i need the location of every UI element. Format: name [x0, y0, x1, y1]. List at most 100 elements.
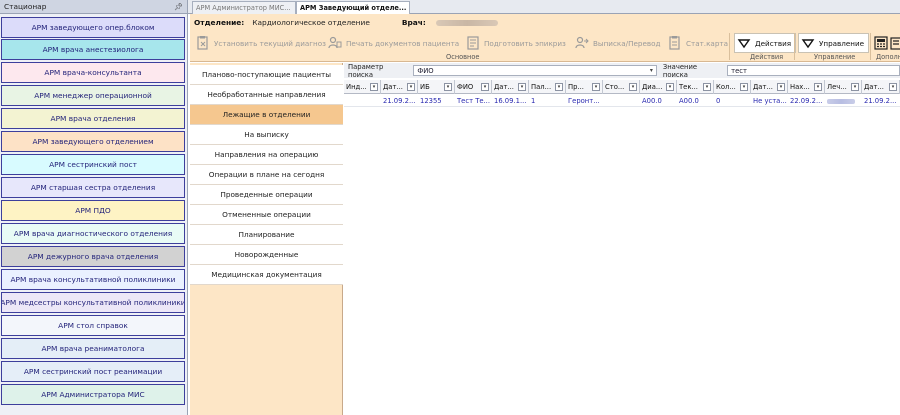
table-cell: 21.09.2... — [383, 97, 416, 105]
nav-item-for-discharge[interactable]: На выписку — [190, 125, 343, 145]
nav-item-surgery-referrals[interactable]: Направления на операцию — [190, 145, 343, 165]
arm-item-nurse-post[interactable]: АРМ сестринский пост — [1, 154, 185, 175]
nav-item-label: Планово-поступающие пациенты — [201, 70, 332, 79]
arm-item-clinic-nurse[interactable]: АРМ медсестры консультативной поликлиник… — [1, 292, 185, 313]
set-diagnosis-button[interactable]: Установить текущий диагноз — [196, 33, 326, 53]
tab-head-of-dept[interactable]: АРМ Заведующий отделе... × — [296, 1, 410, 14]
archive-button[interactable] — [890, 33, 900, 53]
table-row[interactable]: 21.09.2... 12355 Тест Те... 16.09.1... 1 Геро… — [344, 95, 900, 107]
column-header-label: ФИО — [457, 83, 474, 91]
group-label-management: Управление — [814, 53, 856, 61]
filter-dropdown-icon[interactable]: ▾ — [555, 83, 563, 91]
search-value-input[interactable]: тест — [727, 65, 900, 76]
filter-dropdown-icon[interactable]: ▾ — [851, 83, 859, 91]
column-header-label: Тек... — [679, 83, 698, 91]
arm-item-resuscitator[interactable]: АРМ врача реаниматолога — [1, 338, 185, 359]
epicrisis-icon — [466, 36, 480, 50]
nav-item-label: На выписку — [244, 130, 289, 139]
group-label-actions: Действия — [750, 53, 784, 61]
column-header[interactable]: Кол... ▾ — [714, 80, 751, 94]
set-diagnosis-icon — [196, 36, 210, 50]
prepare-epicrisis-button[interactable]: Подготовить эпикриз — [466, 33, 566, 53]
column-header[interactable]: Леч... ▾ — [825, 80, 862, 94]
filter-dropdown-icon[interactable]: ▾ — [481, 83, 489, 91]
column-header-label: Кол... — [716, 83, 736, 91]
column-header[interactable]: Дат... ▾ — [492, 80, 529, 94]
arm-item-head-of-dept[interactable]: АРМ заведующего отделением — [1, 131, 185, 152]
nav-item-newborns[interactable]: Новорожденные — [190, 245, 343, 265]
search-param-value: ФИО — [417, 66, 434, 75]
filter-dropdown-icon[interactable]: ▾ — [592, 83, 600, 91]
column-header[interactable]: Дат... ▾ — [381, 80, 418, 94]
calculator-icon — [874, 36, 888, 50]
column-header[interactable]: Диа... ▾ — [640, 80, 677, 94]
filter-dropdown-icon[interactable]: ▾ — [740, 83, 748, 91]
arm-item-anesthesiologist[interactable]: АРМ врача анестезиолога — [1, 39, 185, 60]
tab-label: АРМ Администратор МИС... — [196, 4, 291, 12]
nav-item-cancelled-surgeries[interactable]: Отмененные операции — [190, 205, 343, 225]
tab-bar: АРМ Администратор МИС... АРМ Заведующий … — [188, 0, 900, 14]
nav-item-today-surgeries[interactable]: Операции в плане на сегодня — [190, 165, 343, 185]
management-dropdown-button[interactable]: Управление — [798, 33, 870, 53]
filter-dropdown-icon[interactable]: ▾ — [370, 83, 378, 91]
column-header[interactable]: Пал... ▾ — [529, 80, 566, 94]
print-documents-icon — [328, 36, 342, 50]
arm-item-duty-doctor[interactable]: АРМ дежурного врача отделения — [1, 246, 185, 267]
column-header[interactable]: Инд... ▾ — [344, 80, 381, 94]
filter-dropdown-icon[interactable]: ▾ — [444, 83, 452, 91]
arm-item-ward-doctor[interactable]: АРМ врача отделения — [1, 108, 185, 129]
arm-item-diagnostic[interactable]: АРМ врача диагностического отделения — [1, 223, 185, 244]
column-header[interactable]: Сто... ▾ — [603, 80, 640, 94]
table-cell: Тест Те... — [457, 97, 491, 105]
nav-item-planned-admissions[interactable]: Планово-поступающие пациенты — [190, 65, 343, 85]
arm-item-operblock[interactable]: АРМ заведующего опер.блоком — [1, 17, 185, 38]
arm-item-icu-nurse-post[interactable]: АРМ сестринский пост реанимации — [1, 361, 185, 382]
arm-item-head-nurse[interactable]: АРМ старшая сестра отделения — [1, 177, 185, 198]
arm-item-pdo[interactable]: АРМ ПДО — [1, 200, 185, 221]
department-value: Кардиологическое отделение — [252, 18, 370, 27]
column-header[interactable]: ИБ ▾ — [418, 80, 455, 94]
filter-dropdown-icon[interactable]: ▾ — [777, 83, 785, 91]
arm-item-label: АРМ дежурного врача отделения — [27, 251, 159, 261]
nav-item-unprocessed-referrals[interactable]: Необработанные направления — [190, 85, 343, 105]
search-param-select[interactable]: ФИО ▾ — [413, 65, 657, 76]
filter-dropdown-icon[interactable]: ▾ — [666, 83, 674, 91]
nav-item-performed-surgeries[interactable]: Проведенные операции — [190, 185, 343, 205]
table-cell: Геронт... — [568, 97, 600, 105]
nav-item-medical-docs[interactable]: Медицинская документация — [190, 265, 343, 285]
filter-dropdown-icon[interactable]: ▾ — [518, 83, 526, 91]
tab-mis-admin[interactable]: АРМ Администратор МИС... — [192, 1, 296, 14]
arm-item-label: АРМ врача-консультанта — [44, 67, 142, 77]
filter-dropdown-icon[interactable]: ▾ — [629, 83, 637, 91]
column-header[interactable]: Дат... ▾ — [751, 80, 788, 94]
arm-item-label: АРМ заведующего опер.блоком — [31, 22, 155, 32]
table-cell: Не уста... — [753, 97, 787, 105]
actions-dropdown-button[interactable]: Действия — [734, 33, 797, 53]
filter-dropdown-icon[interactable]: ▾ — [889, 83, 897, 91]
table-cell — [825, 95, 862, 107]
stat-card-button[interactable]: Стат.карта — [668, 33, 728, 53]
arm-item-info-desk[interactable]: АРМ стол справок — [1, 315, 185, 336]
print-documents-button[interactable]: Печать документов пациента — [328, 33, 459, 53]
nav-item-inpatients[interactable]: Лежащие в отделении — [190, 105, 343, 125]
column-header[interactable]: Тек... ▾ — [677, 80, 714, 94]
pin-icon[interactable]: 📌︎ — [174, 3, 183, 11]
column-header[interactable]: Дат... ▾ — [862, 80, 900, 94]
arm-item-clinic-doctor[interactable]: АРМ врача консультативной поликлиники — [1, 269, 185, 290]
search-bar: Параметр поиска ФИО ▾ Значение поиска те… — [344, 63, 900, 79]
column-header[interactable]: Пр... ▾ — [566, 80, 603, 94]
button-label: Подготовить эпикриз — [484, 38, 566, 48]
arm-item-mis-admin[interactable]: АРМ Администратора МИС — [1, 384, 185, 405]
discharge-transfer-icon — [575, 36, 589, 50]
nav-item-planning[interactable]: Планирование — [190, 225, 343, 245]
column-header[interactable]: ФИО ▾ — [455, 80, 492, 94]
discharge-transfer-button[interactable]: Выписка/Перевод — [575, 33, 661, 53]
filter-dropdown-icon[interactable]: ▾ — [703, 83, 711, 91]
arm-item-consultant[interactable]: АРМ врача-консультанта — [1, 62, 185, 83]
filter-dropdown-icon[interactable]: ▾ — [407, 83, 415, 91]
column-header[interactable]: Нах... ▾ — [788, 80, 825, 94]
column-header-label: ИБ — [420, 83, 430, 91]
close-icon[interactable]: × — [409, 4, 410, 12]
filter-dropdown-icon[interactable]: ▾ — [814, 83, 822, 91]
arm-item-or-manager[interactable]: АРМ менеджер операционной — [1, 85, 185, 106]
